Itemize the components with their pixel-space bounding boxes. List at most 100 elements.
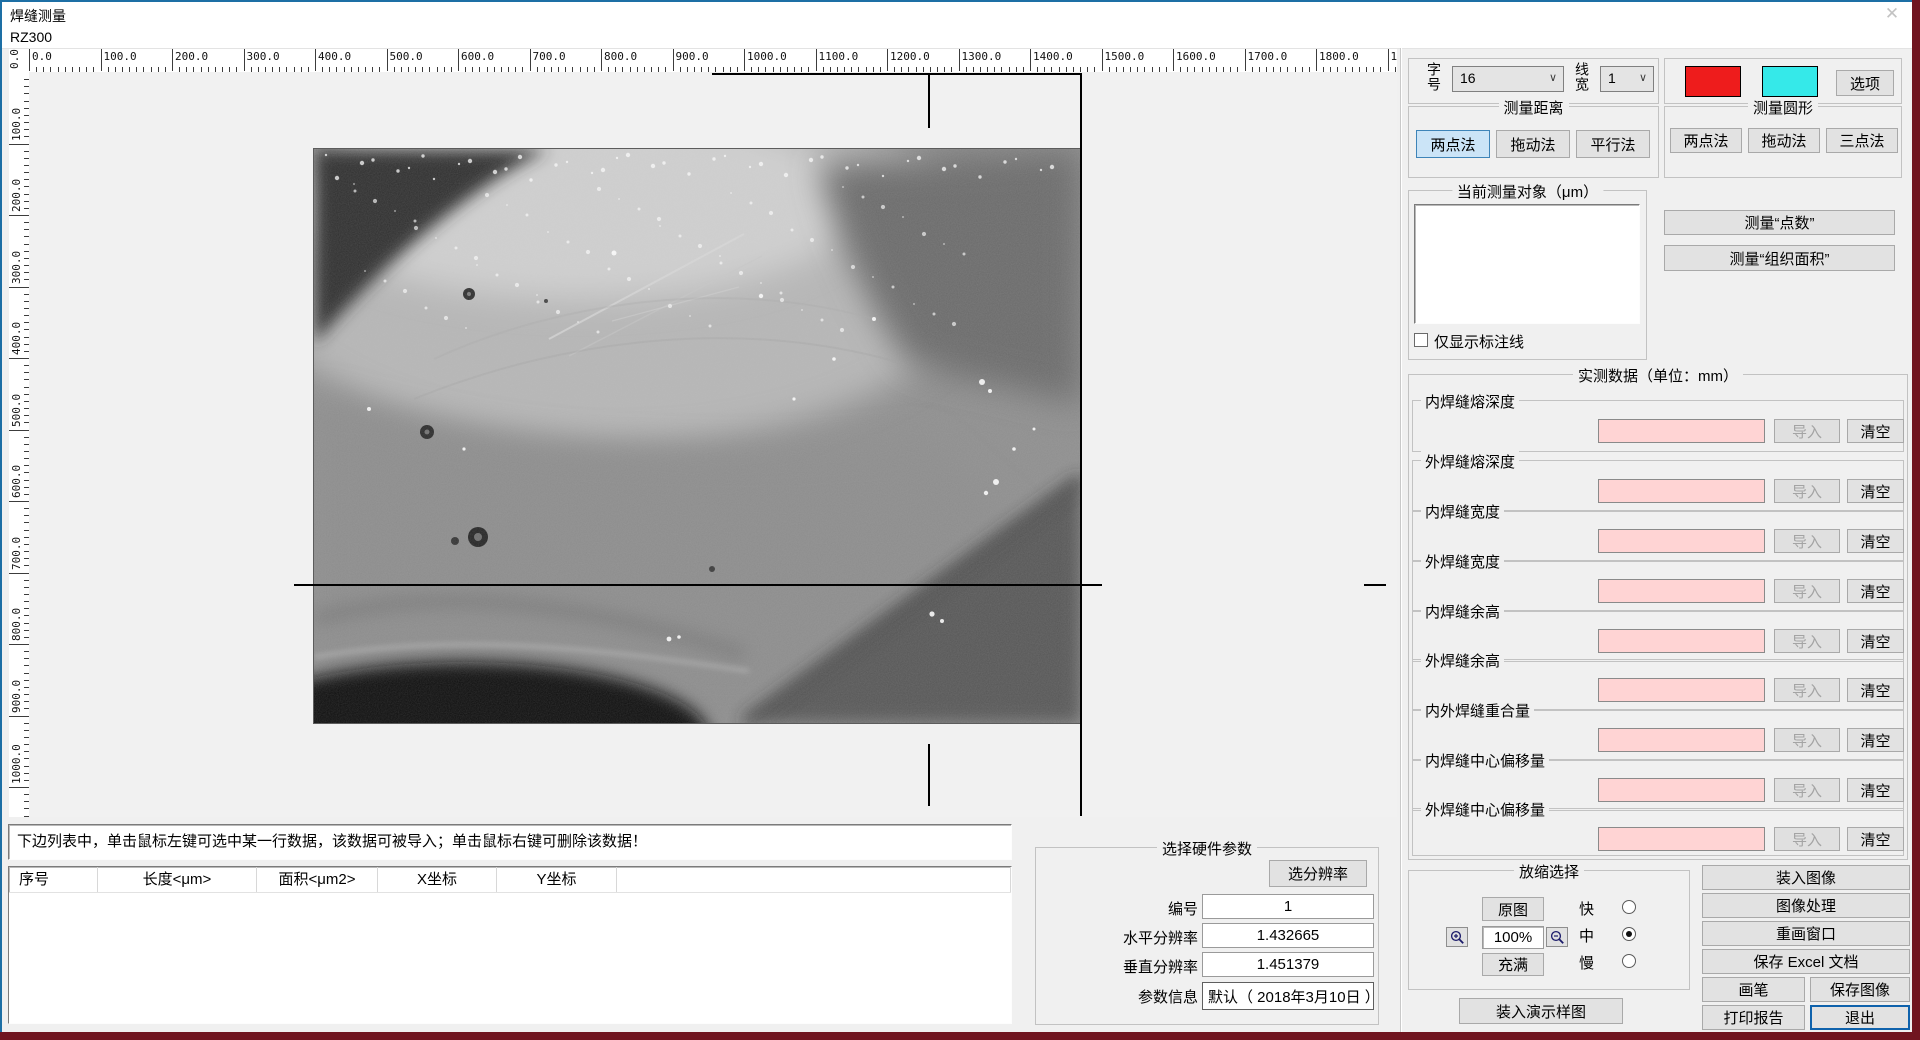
select-resolution-button[interactable]: 选分辨率 xyxy=(1269,860,1367,887)
measured-value-input[interactable] xyxy=(1598,529,1765,553)
options-button[interactable]: 选项 xyxy=(1836,70,1894,96)
import-button[interactable]: 导入 xyxy=(1774,827,1840,851)
measured-value-input[interactable] xyxy=(1598,728,1765,752)
zoom-title: 放缩选择 xyxy=(1514,861,1584,882)
clear-button[interactable]: 清空 xyxy=(1847,419,1904,443)
measure-circle-title: 测量圆形 xyxy=(1748,97,1818,118)
h-ruler-label: 1600.0 xyxy=(1176,50,1216,63)
circle-three-point-button[interactable]: 三点法 xyxy=(1826,128,1898,153)
window-title: 焊缝测量 xyxy=(10,6,66,26)
measure-distance-title: 测量距离 xyxy=(1498,97,1568,118)
chevron-down-icon: ∨ xyxy=(1549,71,1557,84)
current-object-title: 当前测量对象（μm） xyxy=(1452,181,1603,202)
measured-value-input[interactable] xyxy=(1598,479,1765,503)
close-icon[interactable]: ✕ xyxy=(1880,4,1904,24)
clear-button[interactable]: 清空 xyxy=(1847,678,1904,702)
vertical-ruler: 100.0200.0300.0400.0500.0600.0700.0800.0… xyxy=(9,72,30,817)
import-button[interactable]: 导入 xyxy=(1774,678,1840,702)
table-header-cell[interactable]: 长度<μm> xyxy=(98,867,257,892)
clear-button[interactable]: 清空 xyxy=(1847,827,1904,851)
font-size-select[interactable]: 16 ∨ xyxy=(1452,66,1564,92)
measured-value-input[interactable] xyxy=(1598,678,1765,702)
v-ruler-label: 600.0 xyxy=(10,458,24,498)
h-ruler-label: 600.0 xyxy=(461,50,494,63)
hardware-field-value[interactable]: 1 xyxy=(1202,894,1374,919)
table-header-cell[interactable]: 面积<μm2> xyxy=(257,867,378,892)
import-button[interactable]: 导入 xyxy=(1774,479,1840,503)
line-width-select[interactable]: 1 ∨ xyxy=(1600,66,1654,92)
clear-button[interactable]: 清空 xyxy=(1847,629,1904,653)
distance-parallel-button[interactable]: 平行法 xyxy=(1576,130,1650,158)
speed-label: 快 xyxy=(1579,898,1594,919)
results-table-body[interactable] xyxy=(9,893,1011,1023)
clear-button[interactable]: 清空 xyxy=(1847,778,1904,802)
clear-button[interactable]: 清空 xyxy=(1847,529,1904,553)
distance-drag-button[interactable]: 拖动法 xyxy=(1496,130,1570,158)
pen-color-swatch[interactable] xyxy=(1685,66,1741,97)
table-header-cell[interactable]: X坐标 xyxy=(378,867,497,892)
clear-button[interactable]: 清空 xyxy=(1847,579,1904,603)
chevron-down-icon: ∨ xyxy=(1639,71,1647,84)
print-report-button[interactable]: 打印报告 xyxy=(1702,1005,1805,1030)
measured-value-input[interactable] xyxy=(1598,827,1765,851)
h-ruler-label: 700.0 xyxy=(533,50,566,63)
speed-radio[interactable] xyxy=(1622,954,1636,968)
exit-button[interactable]: 退出 xyxy=(1810,1005,1910,1030)
only-annotation-checkbox[interactable] xyxy=(1414,333,1428,347)
results-table: 序号长度<μm>面积<μm2>X坐标Y坐标 xyxy=(8,866,1012,1024)
v-ruler-label: 800.0 xyxy=(10,601,24,641)
measure-points-button[interactable]: 测量“点数” xyxy=(1664,210,1895,235)
results-table-header: 序号长度<μm>面积<μm2>X坐标Y坐标 xyxy=(9,867,1011,892)
load-demo-button[interactable]: 装入演示样图 xyxy=(1459,998,1623,1024)
speed-label: 中 xyxy=(1579,925,1594,946)
zoom-in-icon[interactable] xyxy=(1446,927,1468,947)
import-button[interactable]: 导入 xyxy=(1774,778,1840,802)
import-button[interactable]: 导入 xyxy=(1774,419,1840,443)
menu-item-rz300[interactable]: RZ300 xyxy=(10,29,52,45)
redraw-window-button[interactable]: 重画窗口 xyxy=(1702,921,1910,946)
fill-color-swatch[interactable] xyxy=(1762,66,1818,97)
measured-row-label: 内焊缝中心偏移量 xyxy=(1421,750,1549,771)
load-image-button[interactable]: 装入图像 xyxy=(1702,865,1910,890)
import-button[interactable]: 导入 xyxy=(1774,728,1840,752)
measured-value-input[interactable] xyxy=(1598,419,1765,443)
h-ruler-label: 400.0 xyxy=(318,50,351,63)
import-button[interactable]: 导入 xyxy=(1774,579,1840,603)
image-process-button[interactable]: 图像处理 xyxy=(1702,893,1910,918)
distance-two-point-button[interactable]: 两点法 xyxy=(1416,130,1490,158)
import-button[interactable]: 导入 xyxy=(1774,629,1840,653)
circle-drag-button[interactable]: 拖动法 xyxy=(1748,128,1820,153)
save-image-button[interactable]: 保存图像 xyxy=(1810,977,1910,1002)
measured-value-input[interactable] xyxy=(1598,629,1765,653)
original-size-button[interactable]: 原图 xyxy=(1482,897,1544,921)
hardware-field-value[interactable]: 默认（ 2018年3月10日 ） xyxy=(1202,982,1374,1010)
table-header-cell[interactable]: 序号 xyxy=(9,867,98,892)
h-ruler-label: 900.0 xyxy=(676,50,709,63)
measured-row-label: 内外焊缝重合量 xyxy=(1421,700,1534,721)
table-header-cell[interactable]: Y坐标 xyxy=(497,867,617,892)
speed-radio[interactable] xyxy=(1622,927,1636,941)
h-ruler-label: 1700.0 xyxy=(1248,50,1288,63)
speed-radio[interactable] xyxy=(1622,900,1636,914)
circle-two-point-button[interactable]: 两点法 xyxy=(1670,128,1742,153)
measured-value-input[interactable] xyxy=(1598,579,1765,603)
clear-button[interactable]: 清空 xyxy=(1847,728,1904,752)
save-excel-button[interactable]: 保存 Excel 文档 xyxy=(1702,949,1910,974)
measured-value-input[interactable] xyxy=(1598,778,1765,802)
menubar: RZ300 xyxy=(2,27,1912,49)
fit-button[interactable]: 充满 xyxy=(1482,953,1544,976)
h-ruler-label: 1900.0 xyxy=(1391,50,1398,63)
zoom-percent-field[interactable]: 100% xyxy=(1482,926,1544,949)
measurement-tick-bottom xyxy=(928,744,930,806)
hardware-field-value[interactable]: 1.432665 xyxy=(1202,923,1374,948)
import-button[interactable]: 导入 xyxy=(1774,529,1840,553)
measure-area-button[interactable]: 测量“组织面积” xyxy=(1664,245,1895,271)
h-ruler-label: 1500.0 xyxy=(1105,50,1145,63)
zoom-out-icon[interactable] xyxy=(1546,927,1568,947)
pen-button[interactable]: 画笔 xyxy=(1702,977,1805,1002)
image-canvas[interactable] xyxy=(29,72,1397,817)
hardware-field-value[interactable]: 1.451379 xyxy=(1202,952,1374,977)
table-header-cell[interactable] xyxy=(617,867,1011,892)
clear-button[interactable]: 清空 xyxy=(1847,479,1904,503)
current-object-listbox[interactable] xyxy=(1414,204,1640,324)
